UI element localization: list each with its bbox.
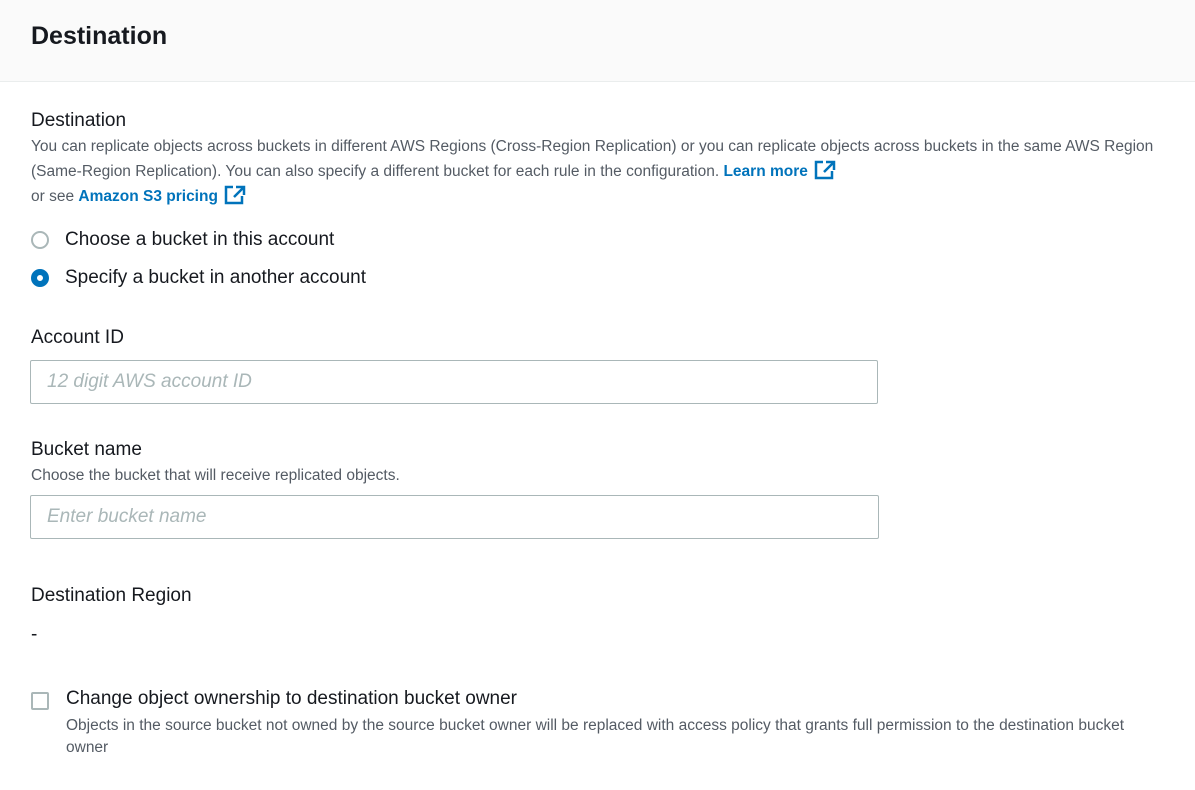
destination-label: Destination [31,110,127,131]
external-link-icon [224,185,246,205]
account-id-label: Account ID [31,327,124,348]
ownership-checkbox-label[interactable]: Change object ownership to destination b… [66,688,517,710]
bucket-name-description: Choose the bucket that will receive repl… [31,467,400,484]
panel-title: Destination [31,22,168,50]
or-see-text: or see [31,188,75,205]
destination-region-value: - [31,624,38,645]
bucket-name-label: Bucket name [31,439,142,460]
panel-header: Destination [0,0,1195,82]
ownership-description: Objects in the source bucket not owned b… [66,717,1125,756]
account-id-input[interactable] [30,360,878,404]
bucket-name-input[interactable] [30,495,879,539]
radio-this-account[interactable]: Choose a bucket in this account [31,229,334,251]
radio-this-account-label: Choose a bucket in this account [65,229,335,250]
destination-description-text: You can replicate objects across buckets… [31,138,1154,180]
radio-unchecked-icon[interactable] [31,231,49,249]
external-link-icon [814,160,836,180]
destination-region-label: Destination Region [31,585,192,606]
s3-pricing-link[interactable]: Amazon S3 pricing [78,185,246,205]
destination-description: You can replicate objects across buckets… [31,134,1171,209]
radio-another-account[interactable]: Specify a bucket in another account [31,267,366,289]
radio-another-account-label: Specify a bucket in another account [65,267,367,288]
learn-more-link[interactable]: Learn more [723,160,836,180]
radio-checked-icon[interactable] [31,269,49,287]
ownership-checkbox[interactable] [31,692,49,710]
